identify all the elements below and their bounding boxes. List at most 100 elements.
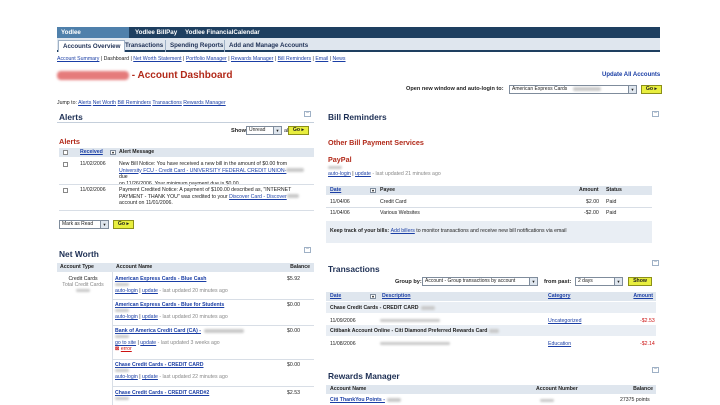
group-by-select[interactable]: Account - Group transactions by account … [422,277,538,286]
account-link[interactable]: Chase Credit Cards - CREDIT CARD [115,362,204,368]
link-net-worth[interactable]: Net Worth Statement [133,56,181,62]
quick-links: Account Summary | Dashboard | Net Worth … [57,56,346,62]
mark-as-read-value: Mark as Read [62,221,94,227]
tab-billpay[interactable]: Yodlee BillPay [131,27,181,38]
alerts-go-button[interactable]: Go ▸ [288,126,309,135]
transaction-group: Citibank Account Online - Citi Diamond P… [330,328,500,334]
sort-icon[interactable]: ▾ [370,188,376,193]
col-alert-message: Alert Message [119,149,155,155]
bill-payee: Various Websites [380,210,420,216]
auto-login-link[interactable]: auto-login [115,314,138,320]
link-bill-reminders[interactable]: Bill Reminders [278,56,311,62]
transaction-category[interactable]: Education [548,341,571,347]
col-balance: Balance [290,264,310,270]
row-checkbox[interactable] [63,162,68,167]
balance-value: $2.53 [287,390,300,396]
mark-as-read-select[interactable]: Mark as Read ▼ [59,220,109,229]
collapse-icon[interactable]: – [652,260,659,266]
auto-login-link[interactable]: auto-login [115,288,138,294]
top-tab-bar: Yodlee PersonalFinance Yodlee BillPay Yo… [57,27,660,47]
alert-account-link[interactable]: University FCU - Credit Card - UNIVERSIT… [119,168,286,174]
sort-icon[interactable]: ▾ [110,150,116,155]
tab-add-manage-accounts[interactable]: Add and Manage Accounts [224,40,312,52]
rewards-account-link[interactable]: Citi ThankYou Points - [330,397,385,403]
col-date[interactable]: Date [330,186,341,195]
collapse-icon[interactable]: – [652,367,659,373]
link-email[interactable]: Email [315,56,328,62]
alerts-title: Alerts [59,112,83,122]
col-amount[interactable]: Amount [633,292,653,301]
group-by-value: Account - Group transactions by account [425,278,516,284]
row-checkbox[interactable] [63,188,68,193]
list-item: American Express Cards - Blue for Studen… [115,302,228,320]
bill-amount: $2.00 [586,199,599,205]
bill-amount: -$2.00 [584,210,599,216]
col-balance: Balance [633,386,653,392]
from-past-select[interactable]: 2 days ▼ [575,277,623,286]
col-date[interactable]: Date [330,292,341,301]
tab-transactions[interactable]: Transactions [121,40,167,52]
alerts-filter-select[interactable]: Unread ▼ [246,126,282,135]
account-link[interactable]: American Express Cards - Blue for Studen… [115,302,224,308]
transaction-date: 11/09/2006 [330,318,356,324]
collapse-icon[interactable]: – [304,247,311,253]
col-account-type: Account Type [60,264,94,270]
mark-go-button[interactable]: Go ▸ [113,220,134,229]
tab-personal-finance[interactable]: Yodlee PersonalFinance [57,27,129,47]
col-category[interactable]: Category [548,292,571,301]
rewards-header: Account Name Account Number Balance [326,385,656,394]
auto-login-link[interactable]: auto-login [328,171,351,177]
update-link[interactable]: update [140,340,156,346]
sub-tab-bar: Accounts Overview Transactions Spending … [57,38,660,52]
alert-account-link[interactable]: Discover Card - Discover [229,194,287,200]
tab-spending-reports[interactable]: Spending Reports [165,40,227,52]
col-amount: Amount [579,187,599,193]
account-link[interactable]: American Express Cards - Blue Cash [115,276,206,282]
chevron-down-icon: ▼ [529,278,537,285]
jump-bill-reminders[interactable]: Bill Reminders [118,100,151,106]
bill-date: 11/04/06 [330,210,350,216]
transaction-amount: -$2.14 [640,341,655,347]
alerts-subtitle: Alerts [59,137,80,146]
rewards-row: Citi ThankYou Points - [330,397,401,403]
rewards-manager-title: Rewards Manager [328,371,400,381]
show-button[interactable]: Show [628,277,652,286]
chevron-down-icon: ▼ [614,278,622,285]
col-description[interactable]: Description [382,292,411,301]
add-billers-link[interactable]: Add billers [391,228,415,234]
tab-accounts-overview[interactable]: Accounts Overview [58,40,126,52]
jump-transactions[interactable]: Transactions [152,100,182,106]
select-all-checkbox[interactable] [63,150,68,155]
auto-login-link[interactable]: auto-login [115,374,138,380]
go-button[interactable]: Go ▸ [641,85,662,94]
link-rewards[interactable]: Rewards Manager [231,56,273,62]
collapse-icon[interactable]: – [304,111,311,117]
alerts-table-header: Received ▾ Alert Message [59,148,314,157]
group-by-label: Group by: [395,279,422,285]
update-link[interactable]: update [142,288,158,294]
account-link[interactable]: Chase Credit Cards - CREDIT CARD#2 [115,390,209,396]
auto-login-select[interactable]: American Express Cards ▼ [509,85,637,94]
error-link[interactable]: error [121,346,132,352]
account-link[interactable]: Bank of America Credit Card (CA) - [115,328,201,334]
tab-financial-calendar[interactable]: Yodlee FinancialCalendar [181,27,264,38]
col-account-name: Account Name [116,264,153,270]
update-all-accounts-link[interactable]: Update All Accounts [602,72,660,78]
chevron-down-icon: ▼ [100,221,108,228]
account-type-cell: Credit Cards Total Credit Cards [57,276,109,294]
link-account-summary[interactable]: Account Summary [57,56,99,62]
transaction-category[interactable]: Uncategorized [548,318,581,324]
collapse-icon[interactable]: – [652,111,659,117]
col-received[interactable]: Received [80,148,103,157]
jump-alerts[interactable]: Alerts [78,100,91,106]
jump-rewards-manager[interactable]: Rewards Manager [183,100,225,106]
jump-net-worth[interactable]: Net Worth [93,100,116,106]
sort-icon[interactable]: ▾ [370,294,376,299]
page-title: - Account Dashboard [57,70,233,81]
update-link[interactable]: update [142,374,158,380]
update-link[interactable]: update [355,171,371,177]
link-portfolio[interactable]: Portfolio Manager [186,56,227,62]
list-item: Chase Credit Cards - CREDIT CARD auto-lo… [115,362,228,380]
link-news[interactable]: News [333,56,346,62]
update-link[interactable]: update [142,314,158,320]
